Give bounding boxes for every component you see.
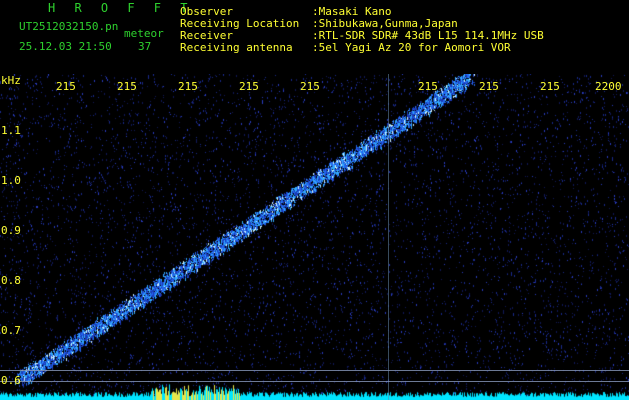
x-tick-label: 215	[479, 80, 499, 93]
waterfall-plot	[0, 74, 629, 400]
x-tick-label: 215	[540, 80, 560, 93]
file-name: UT2512032150.pn	[19, 20, 119, 33]
x-tick-label: 215	[56, 80, 76, 93]
x-tick-label: 215	[178, 80, 198, 93]
x-tick-label: 215	[117, 80, 137, 93]
waterfall-canvas	[0, 74, 629, 400]
antenna-value: :5el Yagi Az 20 for Aomori VOR	[312, 41, 511, 54]
y-tick-label: 0.8	[1, 274, 21, 287]
reference-line-upper	[0, 370, 629, 371]
app-title: H R O F F T	[48, 1, 194, 15]
y-tick-label: 0.9	[1, 224, 21, 237]
category-tag: meteor	[124, 27, 164, 40]
header-panel: H R O F F T UT2512032150.pn meteor 25.12…	[0, 0, 629, 74]
counter: 37	[138, 40, 152, 53]
x-tick-label: 2200	[595, 80, 622, 93]
x-tick-label: 215	[418, 80, 438, 93]
y-tick-label: 0.7	[1, 324, 21, 337]
x-tick-label: 215	[300, 80, 320, 93]
y-axis-unit: kHz	[1, 74, 21, 87]
y-tick-label: 0.6	[1, 374, 21, 387]
date-time: 25.12.03 21:50	[19, 40, 112, 53]
y-tick-label: 1.1	[1, 124, 21, 137]
center-marker-line	[388, 74, 389, 400]
reference-line-lower	[0, 381, 629, 382]
y-tick-label: 1.0	[1, 174, 21, 187]
antenna-label: Receiving antenna	[180, 41, 293, 54]
x-tick-label: 215	[239, 80, 259, 93]
